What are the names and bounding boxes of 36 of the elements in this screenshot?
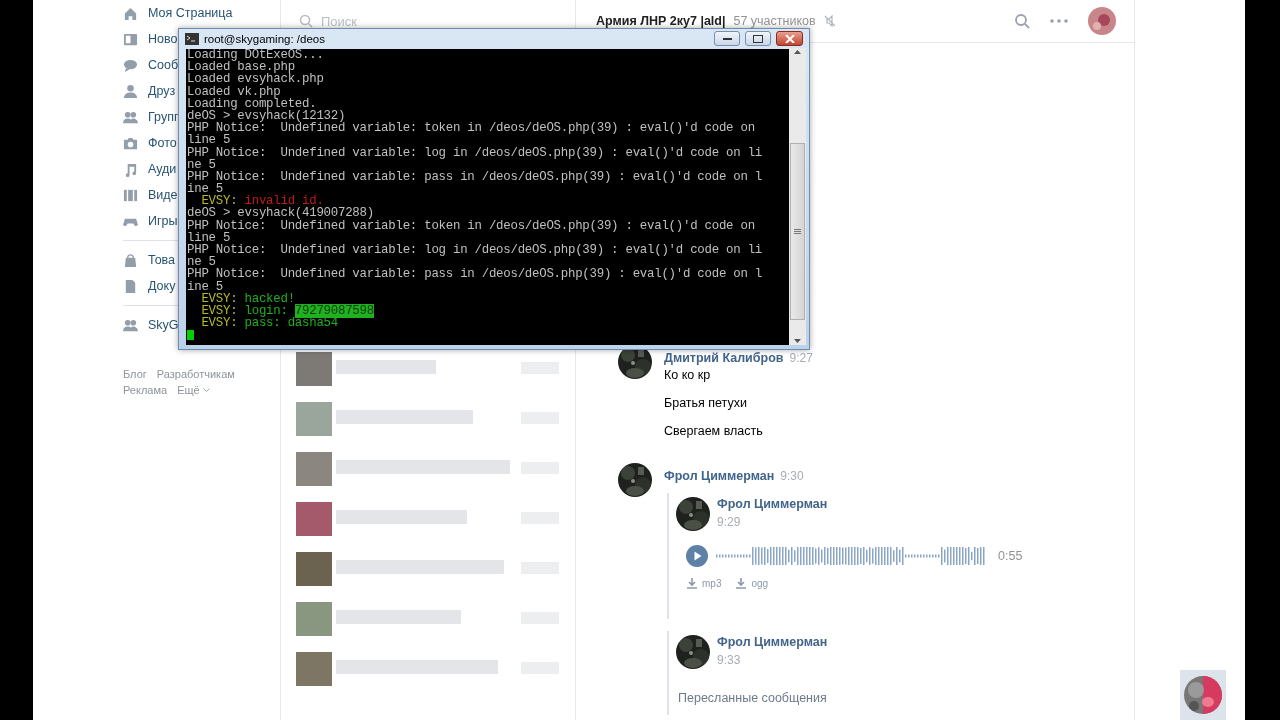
terminal-line: PHP Notice: Undefined variable: token in /deos/deOS.php(39) : eval()'d code on	[187, 122, 756, 135]
terminal-line: ine 5	[187, 280, 223, 293]
message-time: 9:33	[717, 653, 742, 667]
terminal-line: Loaded evsyhack.php	[187, 73, 325, 86]
terminal-line: PHP Notice: Undefined variable: pass in /deos/deOS.php(39) : eval()'d code on l	[187, 268, 763, 281]
terminal-line: line 5	[187, 231, 231, 244]
terminal-text: pass: dasha54	[244, 316, 338, 331]
message-text: Братья петухи	[664, 395, 748, 412]
terminal-text: 79279087598	[294, 303, 374, 318]
terminal-line: PHP Notice: Undefined variable: log in /deos/deOS.php(39) : eval()'d code on li	[187, 146, 763, 159]
terminal-line: ne 5	[187, 256, 216, 269]
terminal-line: Loading completed.	[187, 97, 317, 110]
terminal-line: ine 5	[187, 183, 223, 196]
message-time: 9:27	[789, 351, 813, 365]
message-text: Ко ко кр	[664, 367, 712, 384]
message-text: Свергаем власть	[664, 423, 764, 440]
terminal-line: line 5	[187, 134, 231, 147]
terminal-text: EVSY:	[200, 316, 239, 331]
terminal-line: Loading DOtExeOS...	[187, 49, 325, 62]
message-time: 9:30	[780, 469, 804, 483]
terminal-line: PHP Notice: Undefined variable: log in /deos/deOS.php(39) : eval()'d code on li	[187, 244, 763, 257]
chat-title: Армия ЛНР 2ку7 |ald|	[596, 14, 726, 28]
terminal-line: PHP Notice: Undefined variable: pass in /deos/deOS.php(39) : eval()'d code on l	[187, 170, 763, 184]
terminal-line: deOS > evsyhack(419007288)	[187, 207, 374, 220]
terminal-text: hacked!	[244, 291, 295, 306]
terminal-text: EVSY:	[200, 303, 239, 318]
terminal-line: ne 5	[187, 158, 216, 171]
terminal-line: Loaded vk.php	[187, 85, 281, 98]
terminal-text: EVSY:	[200, 291, 239, 306]
message-time: 9:29	[717, 515, 742, 529]
window-title: root@skygaming: /deos	[204, 32, 325, 45]
terminal-line: Loaded base.php	[187, 61, 295, 74]
terminal-line: PHP Notice: Undefined variable: token in /deos/deOS.php(39) : eval()'d code on	[187, 219, 756, 232]
terminal-text: login:	[244, 303, 288, 318]
terminal-line: deOS > evsyhack(12132)	[187, 109, 347, 123]
audio-duration: 0:55	[998, 549, 1023, 563]
